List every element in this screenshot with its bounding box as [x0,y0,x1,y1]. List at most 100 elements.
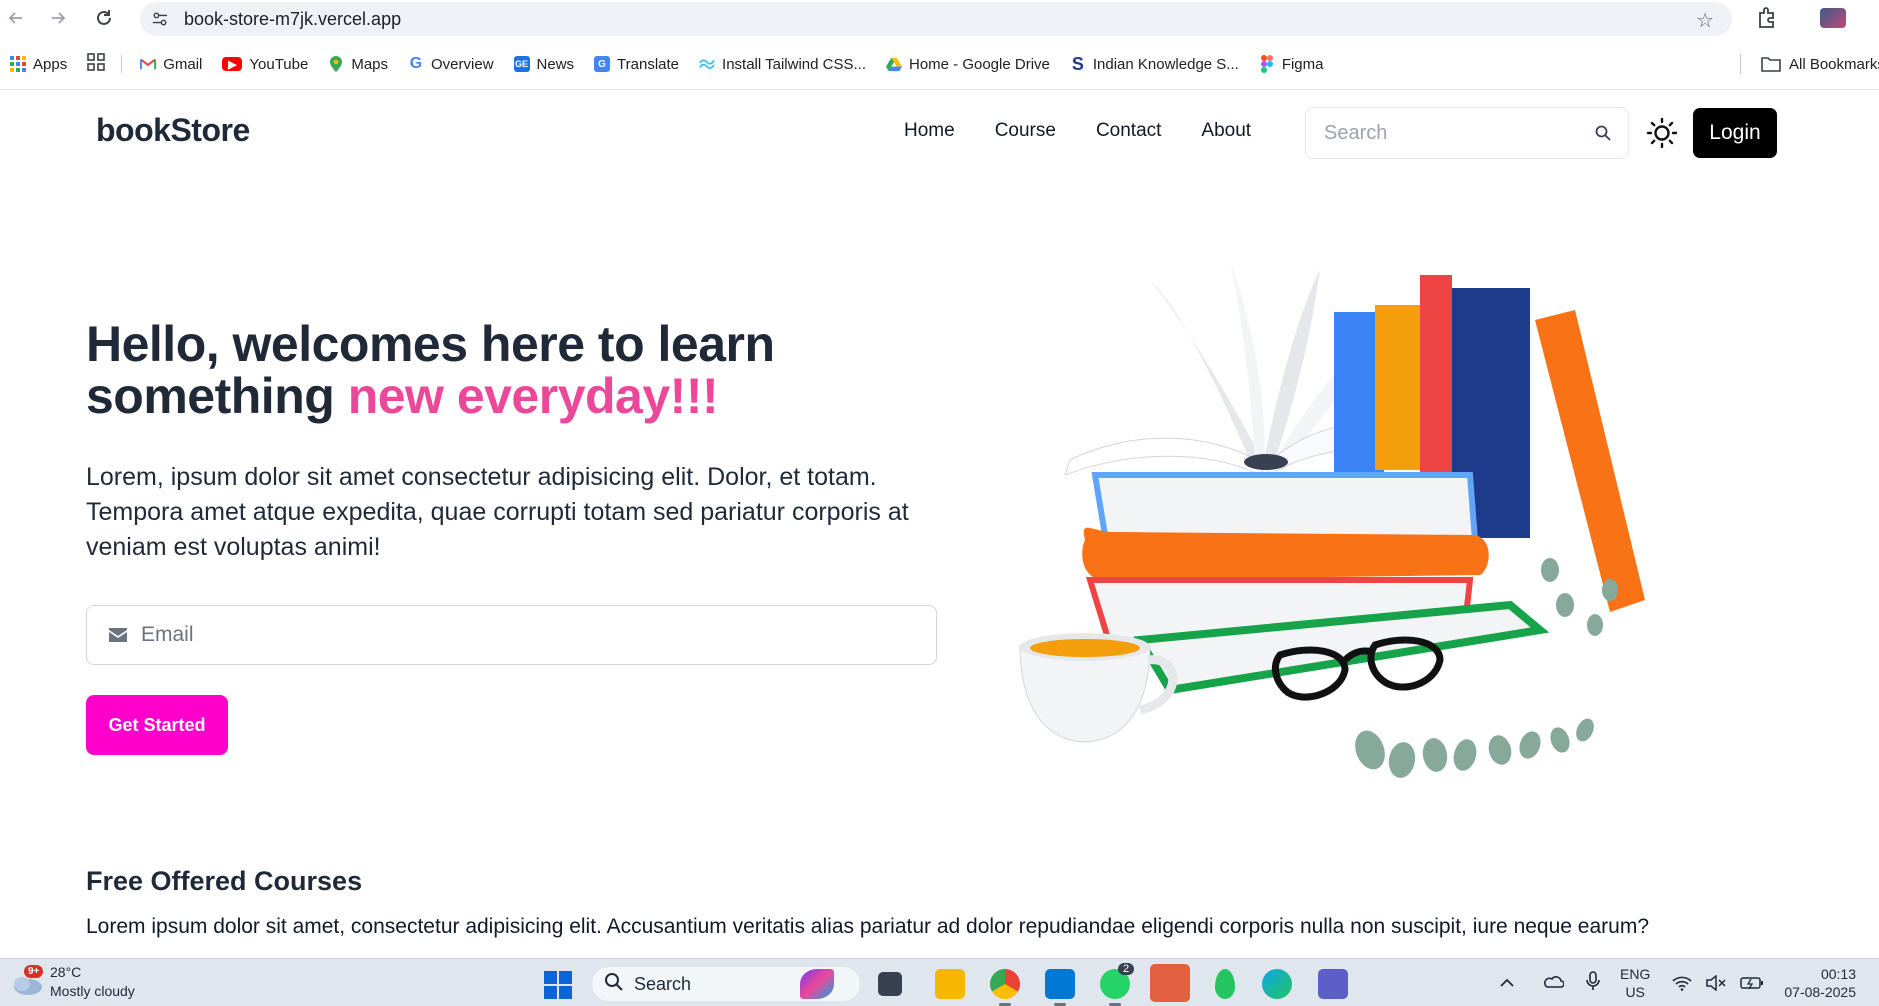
bookmark-indian-knowledge[interactable]: S Indian Knowledge S... [1070,53,1239,74]
battery-icon [1740,976,1764,995]
bookmark-label: YouTube [249,55,309,73]
extensions-icon[interactable] [1755,5,1781,31]
news-icon: GE [513,56,530,72]
volume-muted-icon [1706,974,1726,996]
tailwind-icon [699,56,715,72]
weather-badge: 9+ [24,965,44,978]
temperature: 28°C [50,964,82,980]
bookmark-label: Apps [33,55,68,73]
nav-home[interactable]: Home [904,120,955,142]
pen-app-icon[interactable] [1150,964,1190,1002]
bookmark-tailwind[interactable]: Install Tailwind CSS... [699,56,866,73]
chevron-up-icon[interactable] [1500,975,1514,991]
bookmark-apps[interactable]: Apps [10,56,67,73]
grid-icon [87,53,106,75]
sun-icon[interactable] [1646,117,1678,149]
address-bar[interactable]: book-store-m7jk.vercel.app ☆ [140,2,1732,36]
bookmarks-divider [1740,54,1741,74]
bookmark-label: Gmail [163,55,203,73]
file-explorer-icon[interactable] [935,969,965,999]
language-indicator[interactable]: ENG US [1620,965,1650,1001]
task-view-icon[interactable] [878,972,902,996]
forward-button[interactable] [44,4,72,32]
weather-condition: Mostly cloudy [50,983,135,999]
bookmark-overview[interactable]: G Overview [408,55,494,73]
bookmark-star-icon[interactable]: ☆ [1696,8,1714,33]
reload-button[interactable] [90,4,118,32]
profile-avatar[interactable] [1820,8,1846,28]
windows-start-icon[interactable] [544,971,572,999]
clock-time: 00:13 [1820,966,1856,982]
site-search [1305,107,1629,159]
login-button[interactable]: Login [1693,108,1777,158]
drive-icon [885,56,902,72]
folder-icon [1761,56,1781,72]
tab-groups-button[interactable] [87,53,106,75]
bookmark-google-drive[interactable]: Home - Google Drive [885,55,1050,73]
arrow-left-icon [8,12,22,24]
bookmark-translate[interactable]: G Translate [594,56,679,73]
all-bookmarks-button[interactable]: All Bookmarks [1740,44,1879,84]
wifi-icon [1672,975,1692,996]
whatsapp-icon[interactable]: 2 [1100,963,1135,1006]
bookmark-maps[interactable]: Maps [328,56,388,73]
s-logo-icon: S [1071,53,1084,74]
bookmarks-bar: Apps Gmail ▶ YouTube Maps G Overview GE … [0,44,1879,84]
cloud-icon: 9+ [10,965,44,997]
vscode-icon[interactable] [1045,969,1075,1006]
search-icon[interactable] [1594,124,1612,147]
books-illustration [1019,260,1645,778]
site-info-icon[interactable] [152,11,168,27]
arrow-right-icon [52,12,66,24]
nav-contact[interactable]: Contact [1096,120,1161,142]
bookmark-youtube[interactable]: ▶ YouTube [222,56,308,73]
email-field-wrapper [86,605,937,665]
bookmark-news[interactable]: GE News [513,55,575,73]
weather-widget[interactable]: 9+ 28°C Mostly cloudy [10,963,135,1001]
copilot-icon[interactable] [800,969,834,999]
bookmark-label: News [536,55,575,73]
bookmark-label: Figma [1281,55,1324,73]
teams-icon[interactable] [1318,969,1348,999]
figma-icon [1259,55,1275,73]
bookmark-figma[interactable]: Figma [1259,55,1324,73]
back-button[interactable] [2,4,30,32]
envelope-icon [109,628,127,642]
bookmark-label: Install Tailwind CSS... [722,55,866,73]
toolbar-divider [0,89,1879,90]
lang-code: ENG [1620,966,1651,982]
hero-title-highlight: new everyday!!! [347,368,719,424]
browser-toolbar: book-store-m7jk.vercel.app ☆ [0,0,1879,38]
bookmark-label: Indian Knowledge S... [1092,55,1239,73]
search-input[interactable] [1324,121,1564,145]
url-text[interactable]: book-store-m7jk.vercel.app [184,9,401,30]
onedrive-icon[interactable] [1542,973,1565,992]
site-logo[interactable]: bookStore [96,112,250,149]
mongodb-icon[interactable] [1215,969,1235,999]
chrome-icon[interactable] [990,969,1020,1006]
main-nav: Home Course Contact About [904,120,1291,142]
nav-about[interactable]: About [1201,120,1251,142]
bookmark-label: Home - Google Drive [908,55,1050,73]
google-icon: G [409,55,423,72]
bookmark-label: Overview [431,55,494,73]
reload-icon [97,10,111,25]
nav-course[interactable]: Course [995,120,1056,142]
get-started-button[interactable]: Get Started [86,695,228,755]
hero-title: Hello, welcomes here to learn something … [86,318,906,422]
clock-date: 07-08-2025 [1784,984,1856,1000]
microphone-icon[interactable] [1586,971,1600,994]
system-clock[interactable]: 00:13 07-08-2025 [1772,965,1856,1001]
hero-description: Lorem, ipsum dolor sit amet consectetur … [86,463,909,561]
system-tray [1500,971,1600,994]
edge-icon[interactable] [1262,969,1292,999]
maps-icon [328,56,344,72]
translate-icon: G [594,56,611,72]
whatsapp-badge: 2 [1118,963,1135,975]
bookmark-gmail[interactable]: Gmail [140,56,202,73]
email-input[interactable] [141,623,901,647]
tea-cup-icon [1019,633,1178,743]
quick-settings[interactable] [1672,974,1764,996]
all-bookmarks-label: All Bookmarks [1789,55,1879,73]
os-taskbar: 9+ 28°C Mostly cloudy Search 2 ENG US 00… [0,958,1879,1006]
